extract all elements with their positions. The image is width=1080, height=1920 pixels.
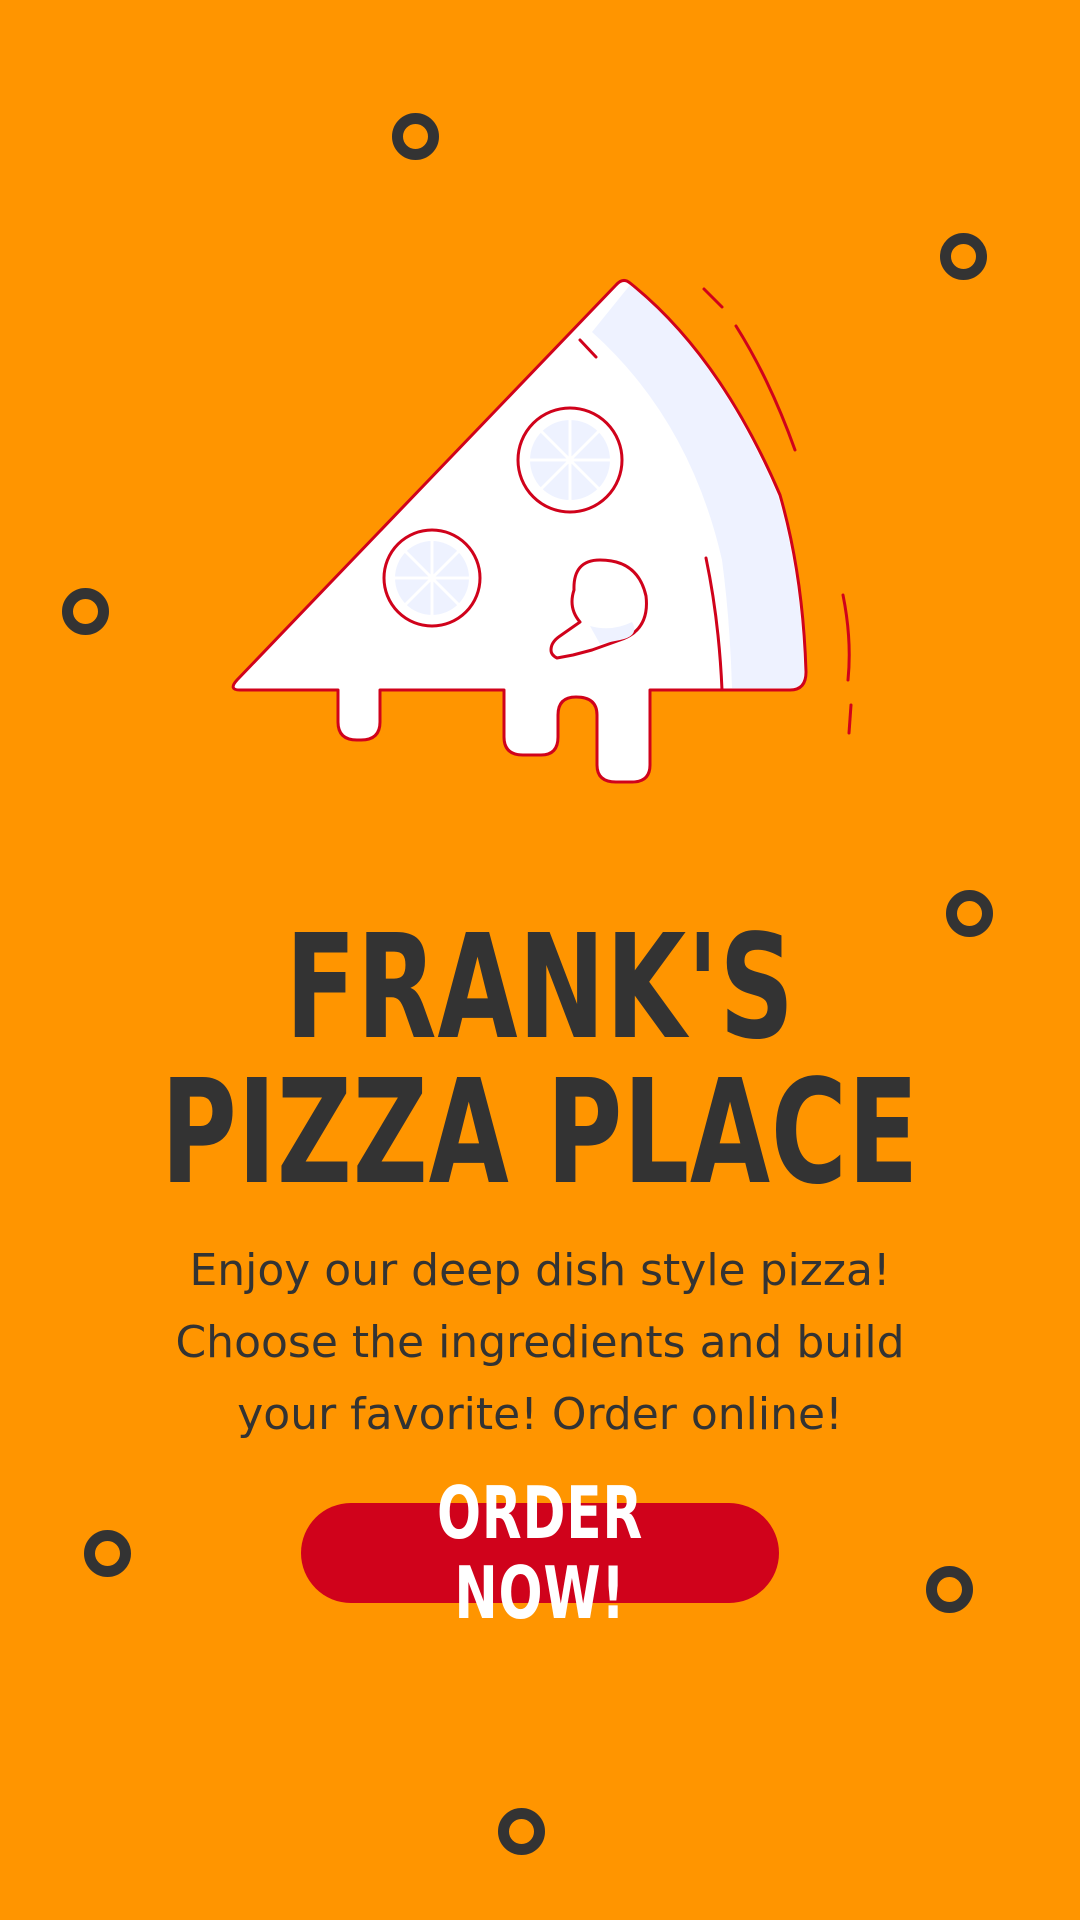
pizza-slice-icon xyxy=(231,278,853,784)
ring-icon xyxy=(62,588,109,635)
ring-icon xyxy=(940,233,987,280)
ring-icon xyxy=(946,890,993,937)
page-title-line-1: FRANK'S xyxy=(285,903,795,1071)
tagline-line-1: Enjoy our deep dish style pizza! xyxy=(189,1245,891,1296)
ring-icon xyxy=(926,1566,973,1613)
ring-icon xyxy=(498,1808,545,1855)
page-title-line-2: PIZZA PLACE xyxy=(160,1048,920,1216)
tagline-line-2: Choose the ingredients and build xyxy=(175,1317,905,1368)
tagline-line-3: your favorite! Order online! xyxy=(237,1389,843,1440)
promo-page: FRANK'S PIZZA PLACE Enjoy our deep dish … xyxy=(0,0,1080,1920)
tagline: Enjoy our deep dish style pizza! Choose … xyxy=(120,1235,960,1451)
ring-icon xyxy=(392,113,439,160)
ring-icon xyxy=(84,1530,131,1577)
order-now-label: ORDER NOW! xyxy=(437,1471,643,1635)
order-now-button[interactable]: ORDER NOW! xyxy=(301,1473,779,1633)
